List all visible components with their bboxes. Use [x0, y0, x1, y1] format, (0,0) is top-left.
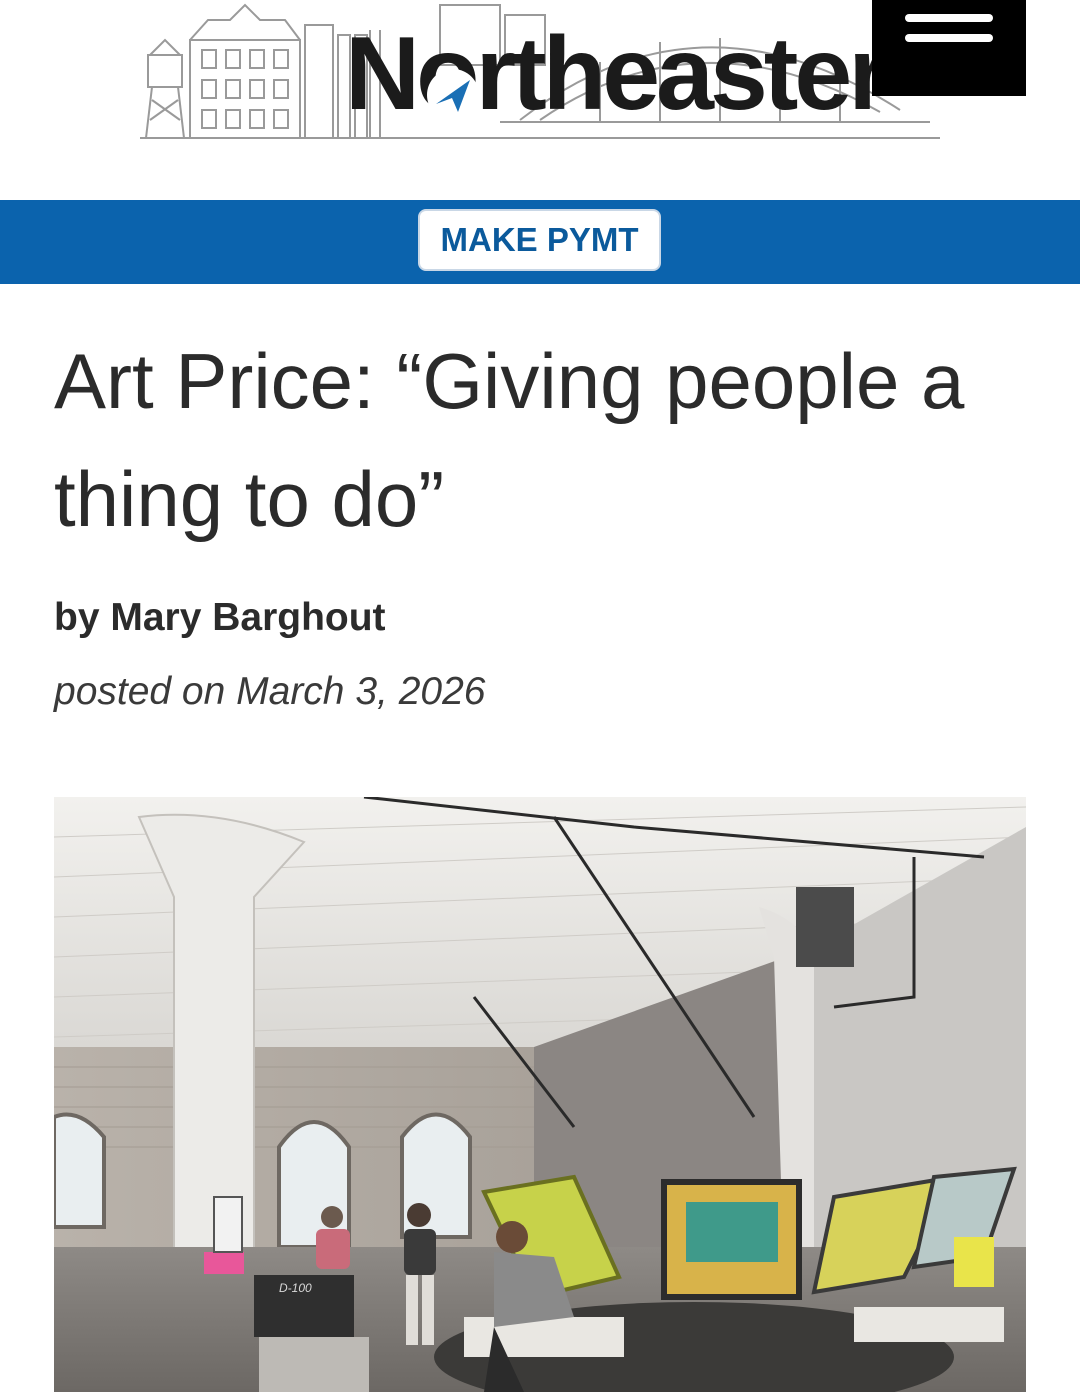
- article-photo[interactable]: D-100: [54, 797, 1026, 1392]
- article-headline: Art Price: “Giving people a thing to do”: [54, 337, 965, 543]
- menu-bar-icon: [905, 14, 993, 22]
- page: Northeaster MAKE PYMT Art Price: “Giving…: [0, 0, 1080, 1392]
- menu-bar-icon: [905, 34, 993, 42]
- masthead: Northeaster: [0, 0, 1080, 200]
- print-studio-photo: D-100: [54, 797, 1026, 1392]
- machine-label: D-100: [279, 1281, 312, 1295]
- nav-bar: MAKE PYMT: [0, 200, 1080, 284]
- hamburger-menu-button[interactable]: [872, 0, 1026, 96]
- make-payment-button[interactable]: MAKE PYMT: [418, 209, 661, 271]
- compass-icon: [427, 69, 479, 121]
- article-date: posted on March 3, 2026: [54, 670, 486, 713]
- article-byline[interactable]: by Mary Barghout: [54, 596, 386, 640]
